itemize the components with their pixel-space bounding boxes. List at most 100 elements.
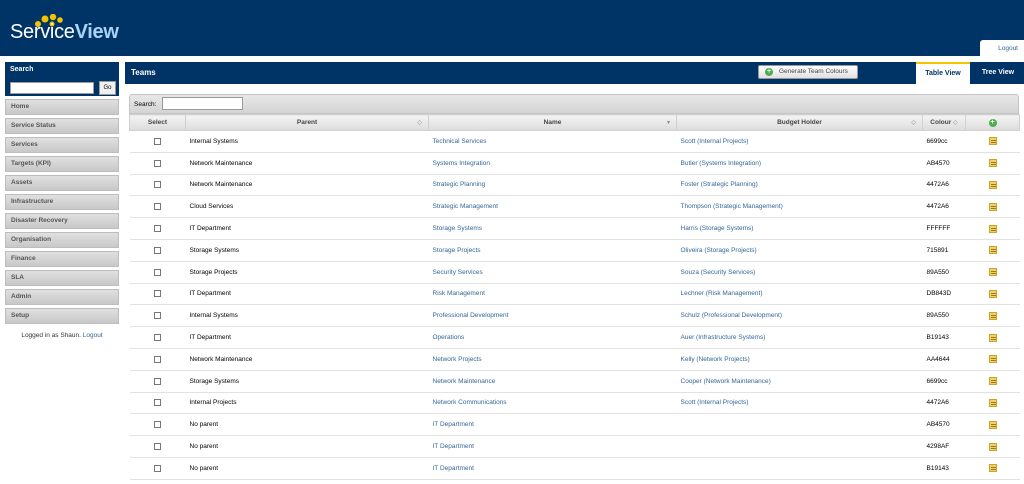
sidebar-item-organisation[interactable]: Organisation (5, 232, 119, 248)
row-budget-holder-link[interactable]: Thompson (Strategic Management) (676, 195, 923, 219)
edit-icon[interactable] (988, 224, 997, 233)
row-name-link[interactable]: Network Projects (428, 348, 677, 371)
row-budget-holder-link[interactable] (676, 435, 923, 458)
sidebar-item-home[interactable]: Home (5, 99, 119, 115)
edit-icon[interactable] (988, 333, 997, 342)
sidebar-item-sla[interactable]: SLA (5, 270, 119, 286)
edit-icon[interactable] (988, 180, 997, 189)
row-select-checkbox[interactable] (154, 312, 161, 320)
row-name-link[interactable]: Strategic Management (428, 195, 677, 219)
edit-icon[interactable] (988, 420, 997, 429)
edit-icon[interactable] (988, 137, 997, 146)
row-name-link[interactable]: IT Department (428, 413, 677, 437)
row-name-link[interactable]: Systems Integration (428, 152, 677, 175)
row-budget-holder-link[interactable]: Cooper (Network Maintenance) (676, 370, 923, 393)
row-name-link[interactable]: Network Communications (428, 392, 677, 415)
edit-icon[interactable] (988, 202, 997, 211)
edit-icon[interactable] (988, 464, 997, 473)
row-budget-holder-link[interactable]: Oliveira (Storage Projects) (676, 239, 923, 262)
row-budget-holder-link[interactable]: Auer (Infrastructure Systems) (676, 326, 923, 349)
row-select-checkbox[interactable] (154, 464, 161, 472)
row-select-checkbox[interactable] (154, 159, 161, 167)
column-header-budget-holder[interactable]: Budget Holder ◇ (676, 114, 923, 131)
teams-table-container: Search: Select Parent ◇ Name ▾ Budget Hold… (129, 94, 1020, 480)
sidebar-item-targets-kpi[interactable]: Targets (KPI) (5, 156, 119, 172)
table-row: Internal Systems Professional Development… (129, 304, 1020, 328)
row-budget-holder-link[interactable]: Harris (Storage Systems) (676, 217, 923, 240)
row-select-checkbox[interactable] (154, 333, 161, 341)
row-select-checkbox[interactable] (154, 421, 161, 429)
sidebar-search-input[interactable] (10, 82, 94, 94)
row-name-link[interactable]: IT Department (428, 435, 677, 458)
edit-icon[interactable] (988, 159, 997, 168)
tab-table-view[interactable]: Table View (916, 62, 970, 84)
sidebar-item-finance[interactable]: Finance (5, 251, 119, 267)
generate-team-colours-button[interactable]: + Generate Team Colours (758, 65, 858, 79)
row-select-checkbox[interactable] (154, 246, 161, 254)
sidebar-item-admin[interactable]: Admin (5, 289, 119, 305)
edit-icon[interactable] (988, 246, 997, 255)
add-team-icon[interactable]: + (988, 118, 997, 127)
sidebar-item-setup[interactable]: Setup (5, 308, 119, 324)
table-search-label: Search: (134, 101, 157, 108)
column-header-add[interactable]: + (965, 114, 1020, 131)
row-name-link[interactable]: Storage Projects (428, 239, 677, 262)
sidebar-search-go-button[interactable]: Go (99, 81, 116, 95)
row-name-link[interactable]: Strategic Planning (428, 174, 677, 197)
row-budget-holder-link[interactable]: Foster (Strategic Planning) (676, 174, 923, 197)
row-name-link[interactable]: Technical Services (428, 130, 677, 153)
edit-icon[interactable] (988, 311, 997, 320)
row-select-checkbox[interactable] (154, 224, 161, 232)
table-row: No parent IT Department 4298AF (129, 435, 1020, 458)
sidebar-item-disaster-recovery[interactable]: Disaster Recovery (5, 213, 119, 229)
row-budget-holder-link[interactable]: Butler (Systems Integration) (676, 152, 923, 175)
row-select-checkbox[interactable] (154, 137, 161, 145)
row-name-link[interactable]: Network Maintenance (428, 370, 677, 393)
sidebar-search-title: Search (10, 66, 34, 73)
row-budget-holder-link[interactable]: Schulz (Professional Development) (676, 304, 923, 328)
generate-team-colours-label: Generate Team Colours (779, 68, 848, 75)
row-name-link[interactable]: Professional Development (428, 304, 677, 328)
row-budget-holder-link[interactable]: Scott (Internal Projects) (676, 392, 923, 415)
row-select-checkbox[interactable] (154, 268, 161, 276)
row-name-link[interactable]: Security Services (428, 261, 677, 284)
row-select-checkbox[interactable] (154, 290, 161, 298)
row-parent: No parent (185, 457, 429, 480)
edit-icon[interactable] (988, 398, 997, 407)
column-header-colour[interactable]: Colour ◇ (922, 114, 966, 131)
edit-icon[interactable] (988, 289, 997, 298)
edit-icon[interactable] (988, 377, 997, 386)
logout-link[interactable]: Logout (980, 40, 1024, 56)
column-header-name[interactable]: Name ▾ (428, 114, 677, 131)
row-budget-holder-link[interactable]: Souza (Security Services) (676, 261, 923, 284)
sidebar-item-assets[interactable]: Assets (5, 175, 119, 191)
sidebar-item-services[interactable]: Services (5, 137, 119, 153)
row-select-checkbox[interactable] (154, 203, 161, 211)
row-name-link[interactable]: IT Department (428, 457, 677, 480)
row-budget-holder-link[interactable]: Scott (Internal Projects) (676, 130, 923, 153)
row-budget-holder-link[interactable] (676, 413, 923, 437)
row-parent: IT Department (185, 217, 429, 240)
edit-icon[interactable] (988, 355, 997, 364)
row-name-link[interactable]: Storage Systems (428, 217, 677, 240)
app-logo[interactable]: Service View (10, 14, 119, 44)
row-select-checkbox[interactable] (154, 181, 161, 189)
row-select-checkbox[interactable] (154, 355, 161, 363)
row-name-link[interactable]: Operations (428, 326, 677, 349)
row-budget-holder-link[interactable]: Lechner (Risk Management) (676, 283, 923, 306)
row-budget-holder-link[interactable] (676, 457, 923, 480)
edit-icon[interactable] (988, 268, 997, 277)
sidebar-logout-link[interactable]: Logout (83, 332, 103, 339)
row-budget-holder-link[interactable]: Kelly (Network Projects) (676, 348, 923, 371)
column-header-parent[interactable]: Parent ◇ (185, 114, 429, 131)
row-select-checkbox[interactable] (154, 399, 161, 407)
row-colour: 4472A6 (922, 392, 966, 415)
table-search-input[interactable] (162, 97, 243, 110)
tab-tree-view[interactable]: Tree View (972, 62, 1024, 84)
row-select-checkbox[interactable] (154, 442, 161, 450)
edit-icon[interactable] (988, 442, 997, 451)
sidebar-item-service-status[interactable]: Service Status (5, 118, 119, 134)
row-select-checkbox[interactable] (154, 377, 161, 385)
sidebar-item-infrastructure[interactable]: Infrastructure (5, 194, 119, 210)
row-name-link[interactable]: Risk Management (428, 283, 677, 306)
